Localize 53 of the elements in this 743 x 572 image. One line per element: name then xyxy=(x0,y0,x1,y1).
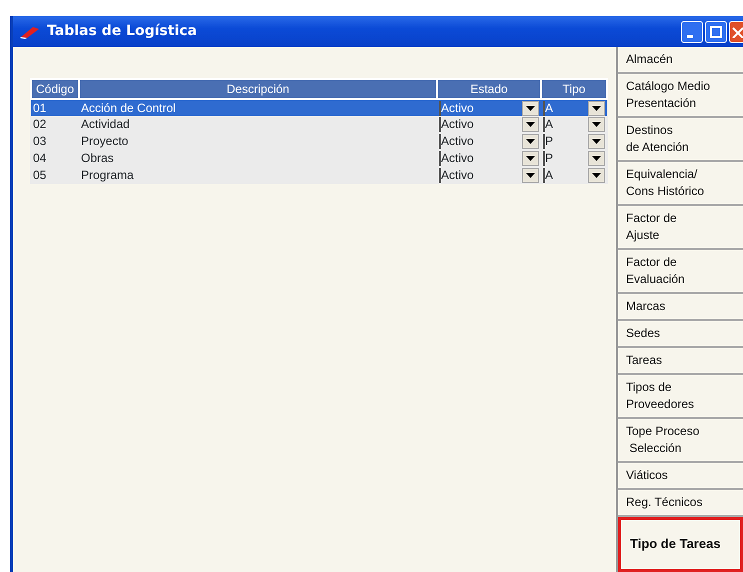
caret-icon xyxy=(526,139,535,144)
dropdown-button[interactable] xyxy=(588,100,605,116)
table-cell: 02 xyxy=(31,116,79,133)
table-cell: Acción de Control xyxy=(79,99,437,116)
pencil-icon xyxy=(19,24,41,38)
dropdown-button[interactable] xyxy=(522,100,539,116)
caret-icon xyxy=(592,173,601,178)
column-header: Descripción xyxy=(79,79,437,99)
dropdown-button[interactable] xyxy=(588,151,605,166)
table-cell: Proyecto xyxy=(79,133,437,150)
column-header: Código xyxy=(31,79,79,99)
table-cell: Obras xyxy=(79,150,437,167)
column-header: Tipo xyxy=(541,79,607,99)
table-cell: 03 xyxy=(31,133,79,150)
maximize-icon xyxy=(710,26,722,38)
table-cell: 01 xyxy=(31,99,79,116)
dropdown-button[interactable] xyxy=(588,117,605,132)
caret-icon xyxy=(592,139,601,144)
table-cell-text: A xyxy=(545,100,554,116)
dropdown-button[interactable] xyxy=(522,134,539,149)
close-icon xyxy=(730,26,742,38)
close-button[interactable] xyxy=(729,20,743,42)
minimize-icon xyxy=(687,35,693,38)
table-cell: Actividad xyxy=(79,116,437,133)
table-cell-text: Activo xyxy=(441,100,475,116)
table-cell-text: P xyxy=(545,151,554,166)
sidebar-button[interactable]: Tipo de Tareas xyxy=(618,517,743,572)
caret-icon xyxy=(592,106,601,110)
dropdown-button[interactable] xyxy=(588,134,605,149)
caret-icon xyxy=(526,156,535,161)
minimize-button[interactable] xyxy=(681,20,703,42)
dropdown-button[interactable] xyxy=(522,151,539,166)
window-title: Tablas de Logística xyxy=(47,22,197,41)
table-cell: 04 xyxy=(31,150,79,167)
table-cell-text: Activo xyxy=(441,117,475,132)
table-cell-text: A xyxy=(545,117,554,132)
caret-icon xyxy=(592,122,601,127)
dropdown-button[interactable] xyxy=(522,117,539,132)
caret-icon xyxy=(526,122,535,127)
caret-icon xyxy=(526,173,535,178)
table-cell-text: Activo xyxy=(441,168,475,183)
caret-icon xyxy=(592,156,601,161)
dropdown-button[interactable] xyxy=(588,168,605,183)
table-cell-text: A xyxy=(545,168,554,183)
table-cell-text: Activo xyxy=(441,151,475,166)
caret-icon xyxy=(526,106,535,110)
dropdown-button[interactable] xyxy=(522,168,539,183)
column-header: Estado xyxy=(437,79,541,99)
maximize-button[interactable] xyxy=(705,20,727,42)
table-cell: Programa xyxy=(79,167,437,184)
table-cell-text: Activo xyxy=(441,134,475,149)
table-cell-text: P xyxy=(545,134,554,149)
table-cell: 05 xyxy=(31,167,79,184)
